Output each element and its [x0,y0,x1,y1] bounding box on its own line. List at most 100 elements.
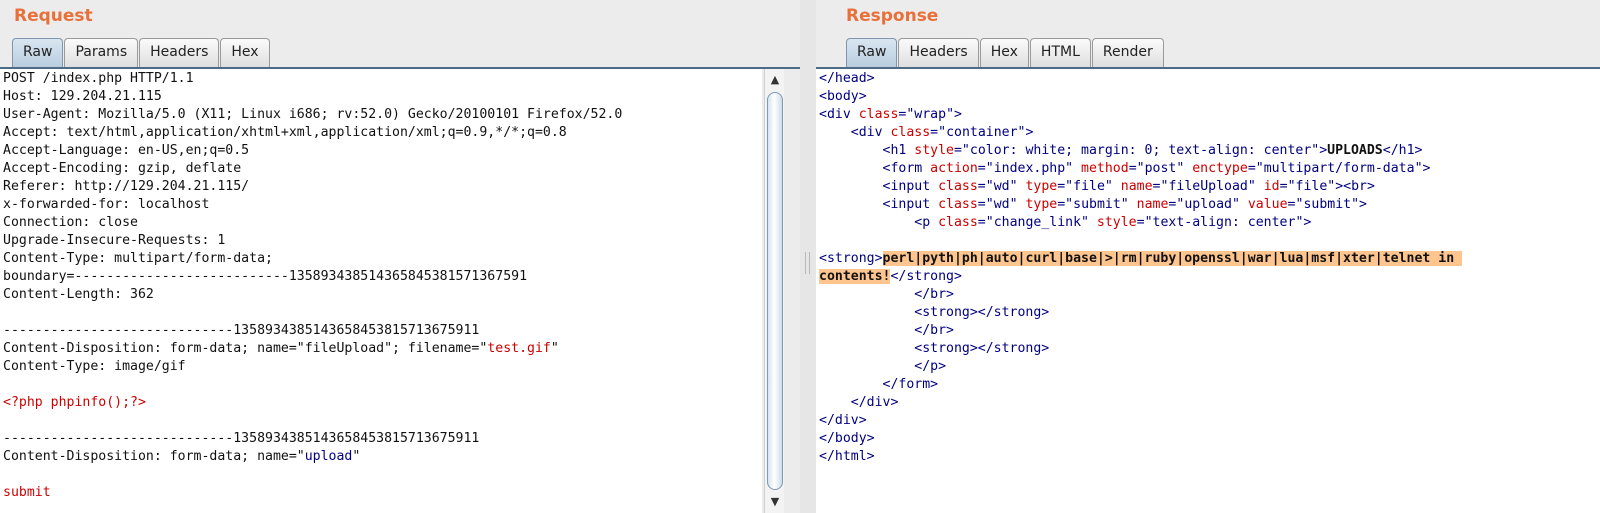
request-code-line: boundary=---------------------------1358… [3,268,762,286]
response-code-token: " [1104,179,1121,194]
request-editor[interactable]: POST /index.php HTTP/1.1 Host: 129.204.21… [0,69,762,513]
request-code-token: Accept-Encoding: gzip, deflate [3,161,242,176]
response-code-token: " [1176,161,1193,176]
response-code-line: </html> [819,448,1600,466]
response-code-token: contents! [819,269,891,284]
response-code-token: "> [946,107,962,122]
response-code-token: </div> [819,395,899,410]
response-code-token: upload [1184,197,1232,212]
response-code-token: change_link [993,215,1082,230]
response-code-line: </body> [819,430,1600,448]
response-code-token: =" [1287,197,1304,212]
response-code-token: enctype [1192,161,1248,176]
response-code-token: style [914,143,954,158]
response-raw-text[interactable]: </head> <body> <div class="wrap"> <div cla… [816,69,1600,466]
response-code-line: </div> [819,394,1600,412]
response-code-token: type [1025,197,1058,212]
response-code-line: contents!</strong> [819,268,1600,286]
response-code-token: "> [1351,197,1367,212]
request-code-token: Content-Disposition: form-data; name=" [3,449,305,464]
response-code-token: submit [1073,197,1121,212]
response-code-token: </head> [819,71,875,86]
request-code-token: Upgrade-Insecure-Requests: 1 [3,233,226,248]
request-code-line: Accept-Language: en-US,en;q=0.5 [3,142,762,160]
response-tab-html[interactable]: HTML [1029,38,1091,67]
response-code-line: <body> [819,88,1600,106]
response-tab-raw[interactable]: Raw [846,38,898,67]
response-tab-render[interactable]: Render [1091,38,1164,67]
request-code-line: Accept: text/html,application/xhtml+xml,… [3,124,762,142]
response-code-token: <form [819,161,931,176]
scrollbar-thumb[interactable] [767,92,783,490]
response-code-token: id [1263,179,1280,194]
request-raw-text[interactable]: POST /index.php HTTP/1.1 Host: 129.204.21… [0,69,762,502]
request-code-token: Content-Type: image/gif [3,359,186,374]
scroll-down-icon[interactable]: ▼ [765,494,785,510]
request-code-token: <?php phpinfo();?> [3,395,146,410]
request-code-line [3,304,762,322]
response-code-token: type [1025,179,1058,194]
request-panel: Request Raw Params Headers Hex POST /index.… [0,0,800,513]
request-scrollbar[interactable]: ▲ ▼ [764,69,784,513]
response-code-token: class [938,179,978,194]
response-code-token: =" [1128,161,1145,176]
request-code-token: x-forwarded-for: localhost [3,197,210,212]
scroll-up-icon[interactable]: ▲ [765,72,785,88]
request-code-token: POST /index.php HTTP/1.1 [3,71,194,86]
request-code-token: Accept-Language: en-US,en;q=0.5 [3,143,250,158]
split-divider[interactable] [800,0,816,513]
response-code-token: submit [1303,197,1352,212]
request-code-line [3,466,762,484]
response-code-line: <strong></strong> [819,340,1600,358]
response-code-token: file [1295,179,1328,194]
request-code-token: boundary=---------------------------1358… [3,269,528,284]
response-code-line: <h1 style="color: white; margin: 0; text… [819,142,1600,160]
response-code-token: wrap [914,107,947,122]
response-title: Response [846,6,939,26]
request-code-line: -----------------------------13589343851… [3,322,762,340]
divider-grip[interactable] [805,252,810,274]
response-editor[interactable]: </head> <body> <div class="wrap"> <div cla… [816,69,1600,513]
request-code-line: Referer: http://129.204.21.115/ [3,178,762,196]
response-code-token: <input [819,179,939,194]
request-code-token: submit [3,485,51,500]
response-code-line: </head> [819,70,1600,88]
request-code-token: Referer: http://129.204.21.115/ [3,179,250,194]
response-code-token: </p> [819,359,947,374]
request-tab-hex[interactable]: Hex [220,38,270,67]
request-tabs: Raw Params Headers Hex [12,38,271,67]
response-tab-hex[interactable]: Hex [979,38,1029,67]
response-code-line: <div class="container"> [819,124,1600,142]
response-code-token: </form> [819,377,939,392]
response-code-token: </h1> [1382,143,1423,158]
response-code-token: value [1247,197,1288,212]
response-code-token: file [1073,179,1105,194]
request-code-line: User-Agent: Mozilla/5.0 (X11; Linux i686… [3,106,762,124]
response-code-token: UPLOADS [1327,143,1383,158]
response-code-token: <strong></strong> [819,341,1050,356]
response-code-token: =" [977,197,994,212]
request-code-line [3,412,762,430]
response-code-token: <body> [819,89,867,104]
response-code-line: </form> [819,376,1600,394]
response-code-line: <input class="wd" type="file" name="file… [819,178,1600,196]
response-tabs: Raw Headers Hex HTML Render [846,38,1165,67]
response-tab-headers[interactable]: Headers [898,38,979,67]
request-tab-headers[interactable]: Headers [139,38,220,67]
request-tab-raw[interactable]: Raw [12,38,64,67]
response-code-token: <strong></strong> [819,305,1050,320]
response-code-token: </strong> [890,269,962,284]
request-code-line: <?php phpinfo();?> [3,394,762,412]
response-code-line: <p class="change_link" style="text-align… [819,214,1600,232]
response-code-token: fileUpload [1168,179,1248,194]
request-code-line [3,376,762,394]
response-code-token: </body> [819,431,875,446]
response-code-line [819,232,1600,250]
request-code-token: upload [304,449,353,464]
response-code-token: " [1009,197,1026,212]
request-code-token: Content-Length: 362 [3,287,154,302]
request-code-line: submit [3,484,762,502]
request-code-line: x-forwarded-for: localhost [3,196,762,214]
response-code-token: </div> [819,413,867,428]
request-tab-params[interactable]: Params [64,38,139,67]
